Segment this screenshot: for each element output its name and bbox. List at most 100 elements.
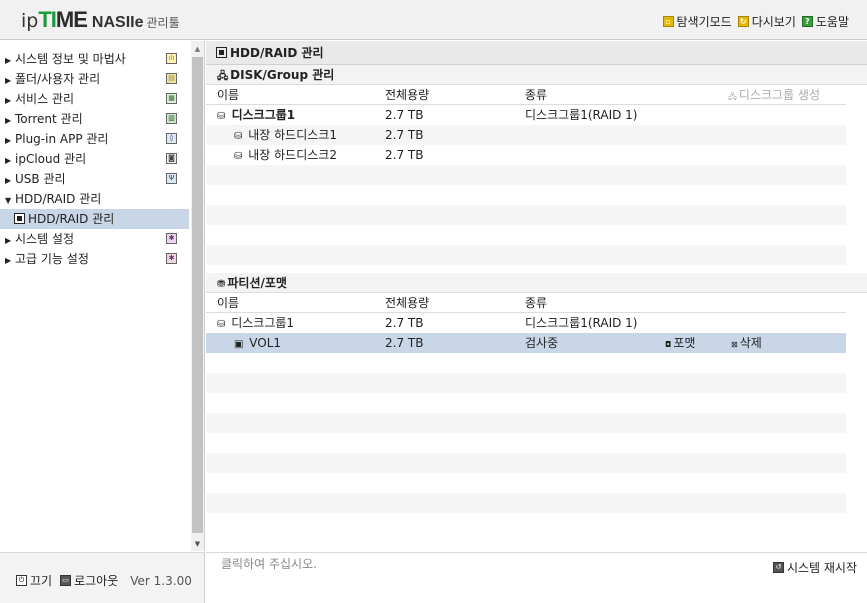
sidebar-item-system-settings[interactable]: ▶ 시스템 설정 ✱ — [0, 229, 189, 249]
scroll-down-icon[interactable]: ▼ — [191, 538, 204, 550]
table-row[interactable]: ▣ VOL1 2.7 TB 검사중 ◘ 포맷 ⊠ 삭제 — [206, 333, 846, 353]
format-button[interactable]: ◘ 포맷 — [665, 333, 695, 355]
expand-arrow-icon: ▶ — [5, 156, 12, 165]
table-row-empty — [206, 513, 846, 533]
logout-button[interactable]: ▭ 로그아웃 — [60, 572, 118, 589]
sidebar: ▶ 시스템 정보 및 마법사 ılı ▶ 폴더/사용자 관리 ▤ ▶ 서비스 관리 ▦… — [0, 41, 205, 551]
expand-arrow-icon: ▶ — [5, 116, 12, 125]
sidebar-item-label: 시스템 설정 — [15, 232, 75, 246]
disk-group-icon: 🖧 — [217, 71, 229, 82]
collapse-arrow-icon: ▼ — [5, 196, 12, 205]
logo-time-me: ME — [55, 7, 88, 32]
sidebar-menu: ▶ 시스템 정보 및 마법사 ılı ▶ 폴더/사용자 관리 ▤ ▶ 서비스 관리 ▦… — [0, 49, 189, 269]
sidebar-item-service[interactable]: ▶ 서비스 관리 ▦ — [0, 89, 189, 109]
volume-name-cell: ▣ VOL1 — [234, 333, 281, 355]
sidebar-item-label: Torrent 관리 — [15, 112, 83, 126]
disk-group-name-cell: ⛁ 디스크그룹1 — [217, 105, 295, 127]
column-header-type: 종류 — [525, 88, 548, 102]
settings-icon: ✱ — [166, 233, 177, 244]
table-row-empty — [206, 225, 846, 245]
logo-time: TIME — [38, 7, 88, 33]
power-off-button[interactable]: ⏻ 끄기 — [16, 572, 52, 589]
sidebar-item-usb[interactable]: ▶ USB 관리 Ψ — [0, 169, 189, 189]
column-header-size: 전체용량 — [385, 88, 430, 102]
hdd-raid-icon — [216, 47, 227, 58]
partition-group-name: 디스크그룹1 — [231, 316, 295, 330]
column-header-type: 종류 — [525, 296, 548, 310]
refresh-icon: ↻ — [737, 16, 749, 27]
table-row-empty — [206, 453, 846, 473]
format-icon: ◘ — [665, 340, 672, 349]
table-row-empty — [206, 245, 846, 265]
sidebar-subitem-hdd-raid[interactable]: HDD/RAID 관리 — [0, 209, 189, 229]
explorer-mode-icon: ▫ — [662, 16, 674, 27]
power-off-label: 끄기 — [30, 574, 53, 588]
sidebar-item-label: 시스템 정보 및 마법사 — [15, 52, 126, 66]
power-icon: ⏻ — [16, 575, 27, 586]
explorer-mode-link[interactable]: ▫ 탐색기모드 — [662, 13, 732, 30]
table-row[interactable]: ⛁ 내장 하드디스크1 2.7 TB — [206, 125, 846, 145]
sidebar-scrollbar[interactable]: ▲ ▼ — [191, 41, 204, 551]
table-row[interactable]: ⛁ 디스크그룹1 2.7 TB 디스크그룹1(RAID 1) — [206, 105, 846, 125]
table-row[interactable]: ⛁ 내장 하드디스크2 2.7 TB — [206, 145, 846, 165]
scrollbar-thumb[interactable] — [192, 57, 203, 533]
disk-group-section-header: 🖧 DISK/Group 관리 — [206, 65, 867, 85]
expand-arrow-icon: ▶ — [5, 136, 12, 145]
sidebar-item-ipcloud[interactable]: ▶ ipCloud 관리 ◙ — [0, 149, 189, 169]
partition-section-header: ⛃ 파티션/포맷 — [206, 273, 867, 293]
top-bar: ip TIME NASIIe 관리툴 ▫ 탐색기모드 ↻ 다시보기 ? 도움말 — [0, 0, 867, 40]
delete-label: 삭제 — [739, 336, 762, 350]
volume-name: VOL1 — [249, 336, 282, 350]
partition-icon: ⛃ — [217, 279, 226, 290]
sidebar-item-folder-user[interactable]: ▶ 폴더/사용자 관리 ▤ — [0, 69, 189, 89]
hard-disk-icon: ⛁ — [234, 131, 243, 142]
create-disk-group-label: 디스크그룹 생성 — [738, 88, 821, 102]
volume-size: 2.7 TB — [385, 336, 424, 350]
disk-group-size: 2.7 TB — [385, 108, 424, 122]
logo-admin-tool: 관리툴 — [146, 16, 180, 30]
folder-icon: ▤ — [166, 73, 177, 84]
service-icon: ▦ — [166, 93, 177, 104]
system-restart-label: 시스템 재시작 — [786, 561, 857, 575]
help-label: 도움말 — [815, 15, 849, 29]
logo-ip: ip — [21, 10, 39, 32]
create-disk-group-button[interactable]: 🖧 디스크그룹 생성 — [728, 85, 820, 107]
format-label: 포맷 — [673, 336, 696, 350]
sidebar-item-advanced-settings[interactable]: ▶ 고급 기능 설정 ✱ — [0, 249, 189, 269]
cloud-icon: ◙ — [166, 153, 177, 164]
table-row-empty — [206, 413, 846, 433]
refresh-link[interactable]: ↻ 다시보기 — [737, 13, 796, 30]
sidebar-item-label: HDD/RAID 관리 — [28, 212, 115, 226]
volume-status: 검사중 — [525, 336, 559, 350]
table-row-empty — [206, 185, 846, 205]
sidebar-item-label: Plug-in APP 관리 — [15, 132, 109, 146]
sidebar-item-label: ipCloud 관리 — [15, 152, 87, 166]
partition-table: 이름 전체용량 종류 ⛁ 디스크그룹1 2.7 TB 디스크그룹1(RAID 1… — [206, 293, 846, 533]
page-title: HDD/RAID 관리 — [230, 46, 324, 60]
sidebar-item-torrent[interactable]: ▶ Torrent 관리 ▥ — [0, 109, 189, 129]
sidebar-footer: ⏻ 끄기 ▭ 로그아웃 Ver 1.3.00 — [0, 552, 205, 603]
logo-time-t: T — [38, 7, 51, 32]
sidebar-item-label: HDD/RAID 관리 — [15, 192, 102, 206]
hdd-name-cell: ⛁ 내장 하드디스크1 — [234, 125, 337, 147]
delete-icon: ⊠ — [731, 340, 738, 349]
table-row-empty — [206, 205, 846, 225]
hdd-size: 2.7 TB — [385, 148, 424, 162]
usb-icon: Ψ — [166, 173, 177, 184]
system-restart-button[interactable]: ↺ 시스템 재시작 — [772, 559, 857, 576]
expand-arrow-icon: ▶ — [5, 256, 12, 265]
scroll-up-icon[interactable]: ▲ — [191, 43, 204, 55]
help-link[interactable]: ? 도움말 — [801, 13, 849, 30]
sidebar-item-system-info[interactable]: ▶ 시스템 정보 및 마법사 ılı — [0, 49, 189, 69]
version-label: Ver 1.3.00 — [130, 573, 192, 588]
delete-button[interactable]: ⊠ 삭제 — [731, 333, 762, 355]
sidebar-item-plugin-app[interactable]: ▶ Plug-in APP 관리 ◊ — [0, 129, 189, 149]
partition-section-title: 파티션/포맷 — [227, 276, 287, 290]
table-row[interactable]: ⛁ 디스크그룹1 2.7 TB 디스크그룹1(RAID 1) — [206, 313, 846, 333]
table-row-empty — [206, 353, 846, 373]
sidebar-item-hdd-raid[interactable]: ▼ HDD/RAID 관리 — [0, 189, 189, 209]
main-panel: HDD/RAID 관리 🖧 DISK/Group 관리 이름 전체용량 종류 🖧 디… — [206, 41, 867, 533]
column-header-name: 이름 — [217, 88, 240, 102]
hdd-name: 내장 하드디스크1 — [248, 128, 337, 142]
table-row-empty — [206, 393, 846, 413]
